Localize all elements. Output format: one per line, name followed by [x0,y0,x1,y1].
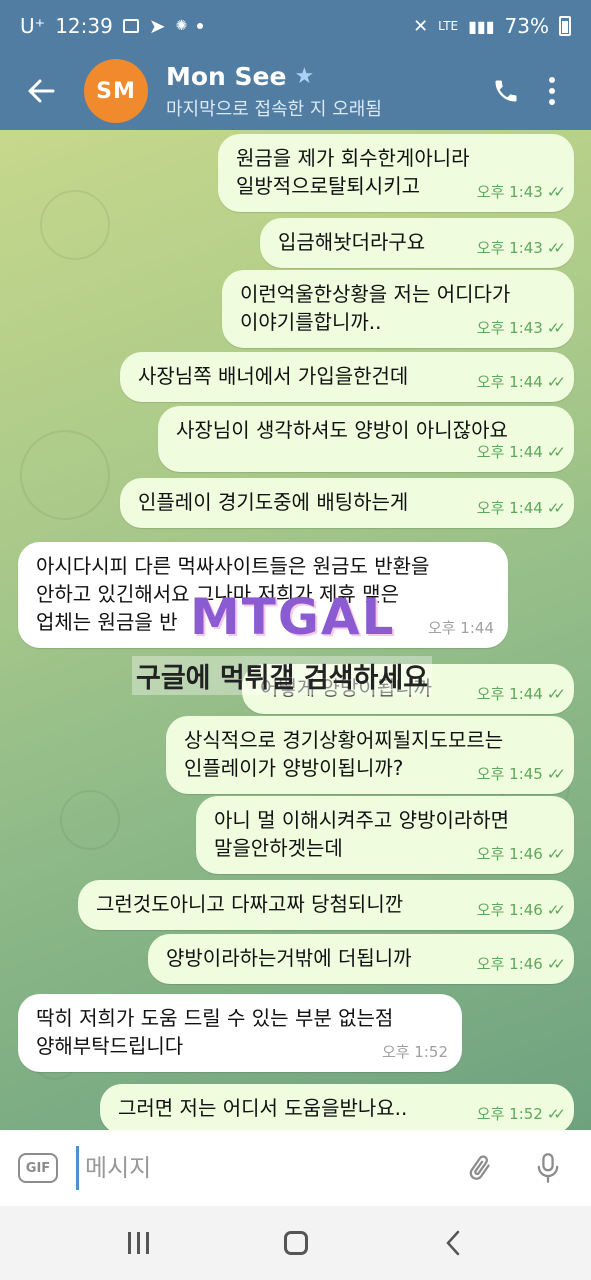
carrier-label: U⁺ [20,14,46,38]
double-check-icon: ✓✓ [546,1105,566,1123]
message-bubble-outgoing[interactable]: 그런것도아니고 다짜고짜 당첨되니깐 오후 1:46 ✓✓ [78,880,574,930]
battery-percent: 73% [504,14,549,38]
message-time: 오후 1:52 [476,1105,543,1123]
message-time: 오후 1:44 [476,373,543,391]
message-bubble-outgoing[interactable]: 인플레이 경기도중에 배팅하는게 오후 1:44 ✓✓ [120,478,574,528]
message-input[interactable] [76,1146,437,1190]
double-check-icon: ✓✓ [546,183,566,201]
double-check-icon: ✓✓ [546,901,566,919]
double-check-icon: ✓✓ [546,499,566,517]
system-back-button[interactable] [423,1218,483,1268]
double-check-icon: ✓✓ [546,319,566,337]
microphone-icon [537,1153,559,1183]
telegram-icon: ➤ [148,14,166,38]
home-icon [283,1231,308,1255]
star-icon: ★ [294,63,315,89]
message-bubble-incoming[interactable]: 딱히 저희가 도움 드릴 수 있는 부분 없는점 양해부탁드립니다 오후 1:5… [18,994,462,1072]
message-time: 오후 1:43 [476,319,543,337]
message-time: 오후 1:44 [427,619,494,637]
message-bubble-outgoing[interactable]: 그러면 저는 어디서 도움을받나요.. 오후 1:52 ✓✓ [100,1084,574,1130]
pay-icon: ✺ [175,18,188,34]
gallery-icon [122,19,139,33]
message-time: 오후 1:44 [476,443,543,461]
message-bubble-outgoing[interactable]: 양방이라하는거밖에 더됩니까 오후 1:46 ✓✓ [148,934,574,984]
battery-icon [559,16,571,36]
watermark-text: 구글에 먹튀갤 검색하세요 [132,656,433,695]
avatar[interactable]: SM [84,59,148,123]
chat-title-block[interactable]: Mon See ★ 마지막으로 접속한 지 오래됨 [166,62,483,121]
last-seen-status: 마지막으로 접속한 지 오래됨 [166,98,382,120]
watermark-logo: MTGAL [190,588,396,646]
back-button[interactable] [16,66,66,116]
arrow-left-icon [28,79,55,103]
message-bubble-outgoing[interactable]: 원금을 제가 회수한게아니라 일방적으로탈퇴시키고 오후 1:43 ✓✓ [218,134,574,212]
double-check-icon: ✓✓ [546,239,566,257]
notification-dot-icon [197,23,204,29]
message-time: 오후 1:46 [476,955,543,973]
voice-button[interactable] [523,1143,573,1193]
message-list[interactable]: 원금을 제가 회수한게아니라 일방적으로탈퇴시키고 오후 1:43 ✓✓ 입금해놧… [0,130,591,1130]
message-bubble-outgoing[interactable]: 상식적으로 경기상황어찌될지도모르는 인플레이가 양방이됩니까? 오후 1:45… [166,716,574,794]
double-check-icon: ✓✓ [546,765,566,783]
message-time: 오후 1:44 [476,499,543,517]
message-bubble-outgoing[interactable]: 아니 멀 이해시켜주고 양방이라하면 말을안하겟는데 오후 1:46 ✓✓ [196,796,574,874]
double-check-icon: ✓✓ [546,955,566,973]
home-button[interactable] [266,1218,326,1268]
status-bar: U⁺ 12:39 ➤ ✺ ✕ LTE ▮▮▮ 73% [0,0,591,52]
composer-bar: GIF [0,1130,591,1206]
chevron-left-icon [445,1230,459,1256]
double-check-icon: ✓✓ [546,685,566,703]
message-bubble-outgoing[interactable]: 사장님이 생각하셔도 양방이 아니잖아요 오후 1:44 ✓✓ [158,406,574,472]
more-vert-icon [549,77,555,105]
system-nav-bar [0,1206,591,1280]
message-time: 오후 1:44 [476,685,543,703]
message-bubble-outgoing[interactable]: 이런억울한상황을 저는 어디다가 이야기를합니까.. 오후 1:43 ✓✓ [222,270,574,348]
message-time: 오후 1:46 [476,845,543,863]
message-bubble-outgoing[interactable]: 입금해놧더라구요 오후 1:43 ✓✓ [260,218,574,268]
message-bubble-outgoing[interactable]: 사장님쪽 배너에서 가입을한건데 오후 1:44 ✓✓ [120,352,574,402]
message-time: 오후 1:43 [476,183,543,201]
paperclip-icon [469,1155,490,1180]
chat-header: SM Mon See ★ 마지막으로 접속한 지 오래됨 [0,52,591,130]
more-menu-button[interactable] [529,68,575,114]
recent-apps-icon [128,1232,149,1254]
gif-button[interactable]: GIF [18,1153,58,1183]
mute-icon: ✕ [413,15,429,37]
double-check-icon: ✓✓ [546,373,566,391]
clock: 12:39 [55,14,113,38]
message-time: 오후 1:52 [381,1043,448,1061]
contact-name: Mon See [166,61,287,91]
phone-icon [495,80,517,102]
message-time: 오후 1:43 [476,239,543,257]
signal-icon: ▮▮▮ [468,16,495,36]
message-time: 오후 1:46 [476,901,543,919]
call-button[interactable] [483,68,529,114]
recent-apps-button[interactable] [109,1218,169,1268]
double-check-icon: ✓✓ [546,845,566,863]
attach-button[interactable] [455,1143,505,1193]
network-label: LTE [438,19,459,33]
message-time: 오후 1:45 [476,765,543,783]
double-check-icon: ✓✓ [546,443,566,461]
